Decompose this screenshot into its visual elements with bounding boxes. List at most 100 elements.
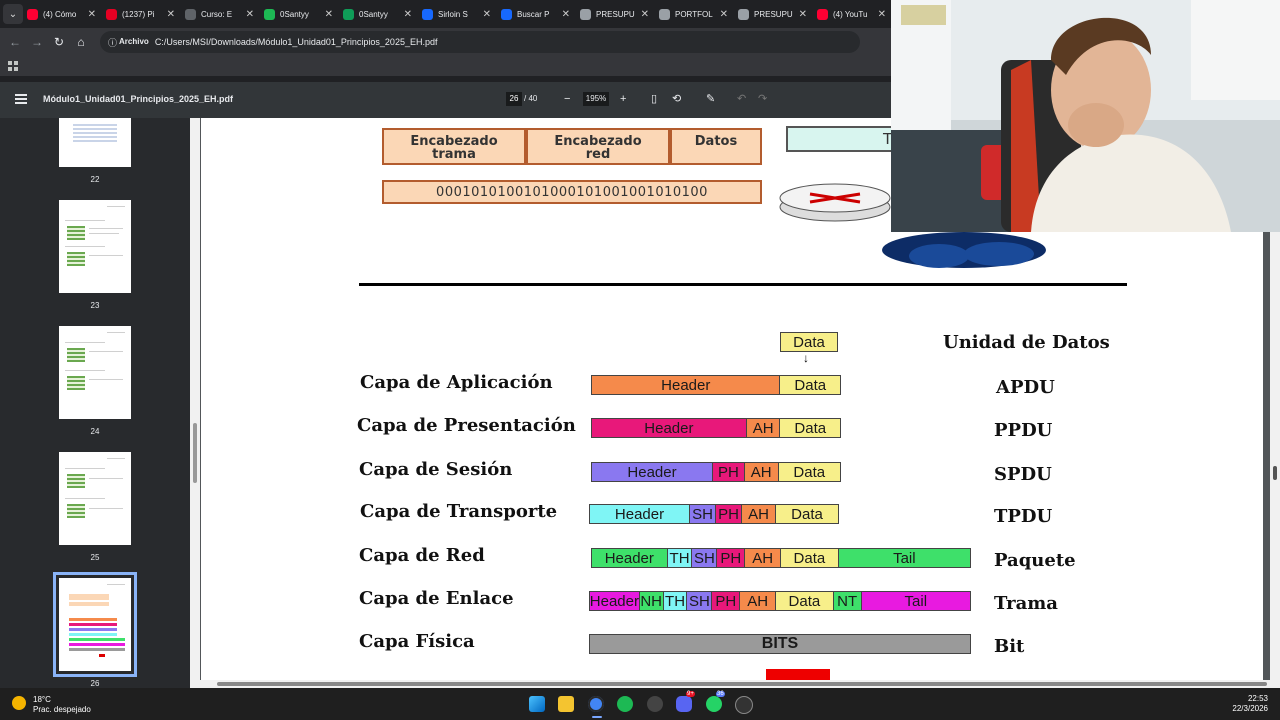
- tab-close-icon[interactable]: ✕: [799, 9, 807, 20]
- tab-favicon-icon: [185, 8, 196, 20]
- browser-tab[interactable]: PRESUPU ✕: [580, 3, 655, 25]
- tab-close-icon[interactable]: ✕: [404, 9, 412, 20]
- discord-icon[interactable]: 9+: [676, 691, 695, 712]
- clock-date: 22/3/2026: [1232, 704, 1268, 713]
- bits-text: 0001010100101000101001001010100: [436, 185, 708, 200]
- pdu-segment: SH: [687, 592, 713, 610]
- active-app-indicator: [592, 716, 602, 718]
- tab-close-icon[interactable]: ✕: [878, 9, 886, 20]
- info-icon[interactable]: ⓘ: [108, 36, 117, 49]
- apps-grid-icon[interactable]: [8, 61, 18, 71]
- start-icon[interactable]: [529, 696, 545, 712]
- reload-icon[interactable]: ↻: [48, 35, 70, 49]
- document-title: Módulo1_Unidad01_Principios_2025_EH.pdf: [43, 94, 234, 104]
- tab-close-icon[interactable]: ✕: [483, 9, 491, 20]
- vertical-scroll-thumb[interactable]: [1273, 466, 1277, 480]
- browser-tab[interactable]: (4) Cómo ✕: [27, 3, 102, 25]
- tab-favicon-icon: [343, 8, 354, 20]
- browser-tab[interactable]: PORTFOL ✕: [659, 3, 734, 25]
- annotate-icon[interactable]: ✎: [706, 92, 715, 106]
- tab-title: PRESUPU: [754, 9, 793, 19]
- back-icon[interactable]: ←: [4, 35, 26, 49]
- browser-tab[interactable]: 0Santyy ✕: [264, 3, 339, 25]
- browser-tab[interactable]: Sirloin S ✕: [422, 3, 497, 25]
- zoom-input[interactable]: 195%: [583, 92, 609, 106]
- pdu-segment: AH: [746, 419, 781, 437]
- sidebar-scroll-thumb[interactable]: [193, 423, 197, 483]
- page-thumbnail[interactable]: [59, 326, 131, 419]
- sidebar-scrollbar[interactable]: [190, 118, 200, 688]
- pdu-segment: AH: [742, 505, 776, 523]
- zoom-in-button[interactable]: +: [620, 92, 626, 106]
- browser-tab[interactable]: PRESUPU ✕: [738, 3, 813, 25]
- clock-time: 22:53: [1247, 694, 1268, 703]
- horizontal-scroll-thumb[interactable]: [217, 682, 1267, 686]
- horizontal-scrollbar[interactable]: [190, 680, 1280, 688]
- frame-header-box: Encabezado trama: [382, 128, 526, 165]
- spotify-icon[interactable]: [617, 696, 633, 712]
- page-thumbnail-selected[interactable]: [53, 572, 137, 677]
- forward-icon[interactable]: →: [26, 35, 48, 49]
- network-header-box: Encabezado red: [526, 128, 670, 165]
- pdu-segment: PH: [713, 463, 745, 481]
- layer-name: Capa de Enlace: [359, 588, 514, 609]
- file-explorer-icon[interactable]: [558, 696, 574, 712]
- chrome-icon[interactable]: [588, 696, 604, 712]
- tab-close-icon[interactable]: ✕: [562, 9, 570, 20]
- page-number-input[interactable]: 26: [506, 92, 522, 106]
- browser-tab[interactable]: (4) YouTu ✕: [817, 3, 892, 25]
- redo-icon[interactable]: ↷: [758, 92, 767, 106]
- file-chip: Archivo: [119, 37, 149, 46]
- pdu-segment: Header: [592, 549, 668, 567]
- menu-icon[interactable]: [15, 94, 27, 104]
- tab-title: PORTFOL: [675, 9, 713, 19]
- datos-box: Datos: [670, 128, 762, 165]
- pdu-segment: Data: [780, 419, 840, 437]
- rotate-icon[interactable]: ⟲: [672, 92, 681, 106]
- tab-close-icon[interactable]: ✕: [88, 9, 96, 20]
- settings-icon[interactable]: [647, 696, 663, 712]
- tab-close-icon[interactable]: ✕: [720, 9, 728, 20]
- horizontal-rule: [359, 283, 1127, 286]
- tab-close-icon[interactable]: ✕: [641, 9, 649, 20]
- pdu-segment: PH: [712, 592, 741, 610]
- browser-tab[interactable]: Curso: E ✕: [185, 3, 260, 25]
- url-text[interactable]: C:/Users/MSI/Downloads/Módulo1_Unidad01_…: [155, 37, 438, 47]
- top-data-box: Data: [780, 332, 838, 352]
- address-bar[interactable]: ⓘ Archivo C:/Users/MSI/Downloads/Módulo1…: [100, 31, 860, 53]
- zoom-out-button[interactable]: −: [564, 92, 570, 106]
- pdu-unit-label: APDU: [996, 377, 1055, 398]
- app-icon[interactable]: [735, 696, 753, 714]
- network-header-text: Encabezado red: [554, 134, 642, 162]
- tab-favicon-icon: [422, 8, 433, 20]
- pdu-segment: Header: [592, 419, 747, 437]
- browser-tab[interactable]: 0Santyy ✕: [343, 3, 418, 25]
- system-clock[interactable]: 22:53 22/3/2026: [1232, 694, 1268, 714]
- pdu-bar: Header AH Data: [591, 418, 841, 438]
- tab-close-icon[interactable]: ✕: [246, 9, 254, 20]
- tab-search-button[interactable]: ⌄: [3, 4, 23, 24]
- trama-box: Tram: [786, 126, 920, 152]
- fit-page-icon[interactable]: ▯: [651, 92, 657, 106]
- page-thumbnail[interactable]: [59, 200, 131, 293]
- pdu-segment: Data: [776, 505, 838, 523]
- page-thumbnail[interactable]: [59, 118, 131, 167]
- whatsapp-badge: 36: [716, 691, 725, 697]
- tab-title: (4) Cómo: [43, 9, 77, 19]
- pdu-unit-label: PPDU: [994, 420, 1053, 441]
- pdu-segment: SH: [690, 505, 716, 523]
- home-icon[interactable]: ⌂: [70, 35, 92, 49]
- pdu-segment: Header: [592, 463, 714, 481]
- weather-widget[interactable]: 18°C Prac. despejado: [33, 695, 91, 715]
- tab-close-icon[interactable]: ✕: [167, 9, 175, 20]
- whatsapp-icon[interactable]: 36: [706, 691, 725, 712]
- tab-close-icon[interactable]: ✕: [325, 9, 333, 20]
- undo-icon[interactable]: ↶: [737, 92, 746, 106]
- browser-tab[interactable]: (1237) Pi ✕: [106, 3, 181, 25]
- thumbnail-number: 24: [90, 427, 100, 436]
- pdu-segment: Data: [781, 549, 839, 567]
- browser-tab[interactable]: Buscar P ✕: [501, 3, 576, 25]
- thumbnail-number: 25: [90, 553, 100, 562]
- page-thumbnail[interactable]: [59, 452, 131, 545]
- layer-name: Capa de Sesión: [359, 459, 513, 480]
